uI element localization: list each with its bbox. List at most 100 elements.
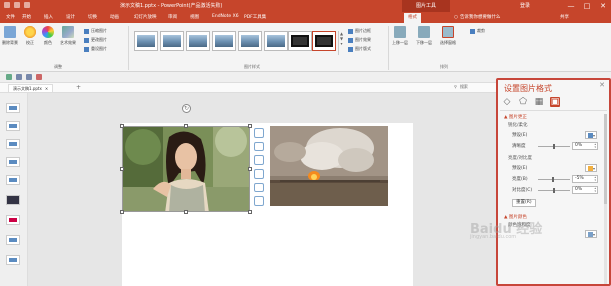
maximize-button[interactable]: □ <box>582 1 592 11</box>
undo-icon[interactable] <box>14 2 20 8</box>
close-icon[interactable]: × <box>45 85 48 92</box>
minimize-button[interactable]: — <box>566 1 576 11</box>
undo-icon[interactable] <box>16 74 22 80</box>
size-properties-icon[interactable]: ▦ <box>534 97 544 107</box>
saturation-preset-dropdown[interactable]: ▾ <box>585 230 597 238</box>
picture-style-5[interactable] <box>238 31 262 51</box>
change-picture-button[interactable]: 更改图片 <box>84 37 107 43</box>
picture-style-3[interactable] <box>186 31 210 51</box>
fill-line-icon[interactable]: ◇ <box>502 97 512 107</box>
resize-handle-nw[interactable] <box>120 124 124 128</box>
tab-format[interactable]: 格式 <box>404 13 421 23</box>
slide-thumbnail[interactable] <box>6 157 20 167</box>
tab-animations[interactable]: 动画 <box>110 14 119 20</box>
slide-thumbnail[interactable] <box>6 255 20 265</box>
color-button[interactable]: 颜色 <box>42 26 54 46</box>
picture-layout-button[interactable]: 图片版式 <box>348 46 371 52</box>
refresh-icon[interactable] <box>6 74 12 80</box>
arrange-group-label: 排列 <box>440 64 448 69</box>
redo-icon[interactable] <box>26 74 32 80</box>
photo-fire-smoke[interactable] <box>270 126 388 206</box>
tab-endnote[interactable]: EndNote X6 <box>212 14 239 19</box>
sharpen-preset-dropdown[interactable]: ▾ <box>585 131 597 139</box>
search-box[interactable]: ⚲ 搜索 <box>454 84 468 90</box>
tab-slideshow[interactable]: 幻灯片放映 <box>134 14 157 20</box>
slide-thumbnail[interactable] <box>6 139 20 149</box>
picture-style-1[interactable] <box>134 31 158 51</box>
slide-thumbnail[interactable] <box>6 235 20 245</box>
contrast-input[interactable]: 0% ▴ ▾ <box>572 186 598 194</box>
send-backward-button[interactable]: 下移一层 <box>416 26 432 46</box>
brightness-preset-dropdown[interactable]: ▾ <box>585 164 597 172</box>
picture-icon[interactable]: ▣ <box>550 97 560 107</box>
brightness-input[interactable]: -5% ▴ ▾ <box>572 175 598 183</box>
resize-handle-n[interactable] <box>184 124 188 128</box>
tab-view[interactable]: 视图 <box>190 14 199 20</box>
more-tools-icon[interactable] <box>254 196 264 207</box>
tab-home[interactable]: 开始 <box>22 14 31 20</box>
tab-design[interactable]: 设计 <box>66 14 75 20</box>
reset-picture-button[interactable]: 重设图片 <box>84 46 107 52</box>
start-slideshow-icon[interactable] <box>36 74 42 80</box>
close-button[interactable]: ✕ <box>598 1 608 11</box>
favorite-icon[interactable] <box>254 182 264 193</box>
slide-thumbnail[interactable] <box>6 175 20 185</box>
picture-border-button[interactable]: 图片边框 <box>348 28 371 34</box>
picture-style-4[interactable] <box>212 31 236 51</box>
search-icon: ⚲ <box>454 84 457 89</box>
sharpness-input[interactable]: 0% ▴ ▾ <box>572 142 598 150</box>
tell-me-box[interactable]: ○ 告诉我你想要做什么 <box>454 14 500 21</box>
redo-icon[interactable] <box>24 2 30 8</box>
crop-button[interactable]: 裁剪 <box>470 28 485 34</box>
tab-insert[interactable]: 插入 <box>44 14 53 20</box>
effects-icon[interactable]: ⬠ <box>518 97 528 107</box>
tab-review[interactable]: 审阅 <box>168 14 177 20</box>
selection-pane-button[interactable]: 选择窗格 <box>440 26 456 46</box>
artistic-effects-button[interactable]: 艺术效果 <box>60 26 76 46</box>
style-tool-icon[interactable] <box>254 155 264 166</box>
resize-handle-se[interactable] <box>248 210 252 214</box>
resize-handle-sw[interactable] <box>120 210 124 214</box>
layout-options-icon[interactable] <box>254 128 264 138</box>
brightness-slider[interactable] <box>538 177 570 182</box>
picture-border-icon <box>348 28 353 34</box>
pane-scrollbar[interactable] <box>604 114 607 284</box>
new-tab-icon[interactable]: + <box>76 84 81 91</box>
section-picture-corrections[interactable]: ▲ 图片更正 <box>504 114 527 120</box>
login-link[interactable]: 登录 <box>520 2 530 9</box>
picture-style-6[interactable] <box>264 31 288 51</box>
sharpness-slider[interactable] <box>538 144 570 149</box>
tab-pdf-tools[interactable]: PDF工具集 <box>244 14 266 20</box>
picture-style-8[interactable] <box>312 31 336 51</box>
selected-photo-woman[interactable] <box>122 126 250 212</box>
picture-effects-button[interactable]: 图片效果 <box>348 37 371 43</box>
resize-handle-ne[interactable] <box>248 124 252 128</box>
compress-pictures-button[interactable]: 压缩图片 <box>84 28 107 34</box>
slide-thumbnail[interactable] <box>6 215 20 225</box>
slide-thumbnail[interactable] <box>6 121 20 131</box>
tab-file[interactable]: 文件 <box>6 14 15 20</box>
crop-tool-icon[interactable] <box>254 141 264 152</box>
share-button[interactable]: 共享 <box>560 14 569 20</box>
document-tab[interactable]: 演示文稿1.pptx × <box>8 84 54 92</box>
picture-style-2[interactable] <box>160 31 184 51</box>
save-icon[interactable] <box>4 2 10 8</box>
border-tool-icon[interactable] <box>254 169 264 179</box>
rotate-handle-icon[interactable]: ↻ <box>182 104 191 113</box>
resize-handle-s[interactable] <box>184 210 188 214</box>
woman-photo-image <box>123 127 249 211</box>
slide-thumbnail[interactable] <box>6 195 20 205</box>
picture-style-7[interactable] <box>288 31 312 51</box>
contrast-slider[interactable] <box>538 188 570 193</box>
send-backward-label: 下移一层 <box>416 40 432 45</box>
pane-close-icon[interactable]: ✕ <box>599 81 605 89</box>
bring-forward-button[interactable]: 上移一层 <box>392 26 408 46</box>
gallery-scroll[interactable]: ▲ ▼ ▾ <box>338 31 344 55</box>
corrections-button[interactable]: 校正 <box>24 26 36 46</box>
resize-handle-e[interactable] <box>248 167 252 171</box>
tab-transitions[interactable]: 切换 <box>88 14 97 20</box>
reset-button[interactable]: 重置(R) <box>512 199 536 207</box>
slide-thumbnail[interactable] <box>6 103 20 113</box>
resize-handle-w[interactable] <box>120 167 124 171</box>
remove-background-button[interactable]: 删除背景 <box>2 26 18 46</box>
